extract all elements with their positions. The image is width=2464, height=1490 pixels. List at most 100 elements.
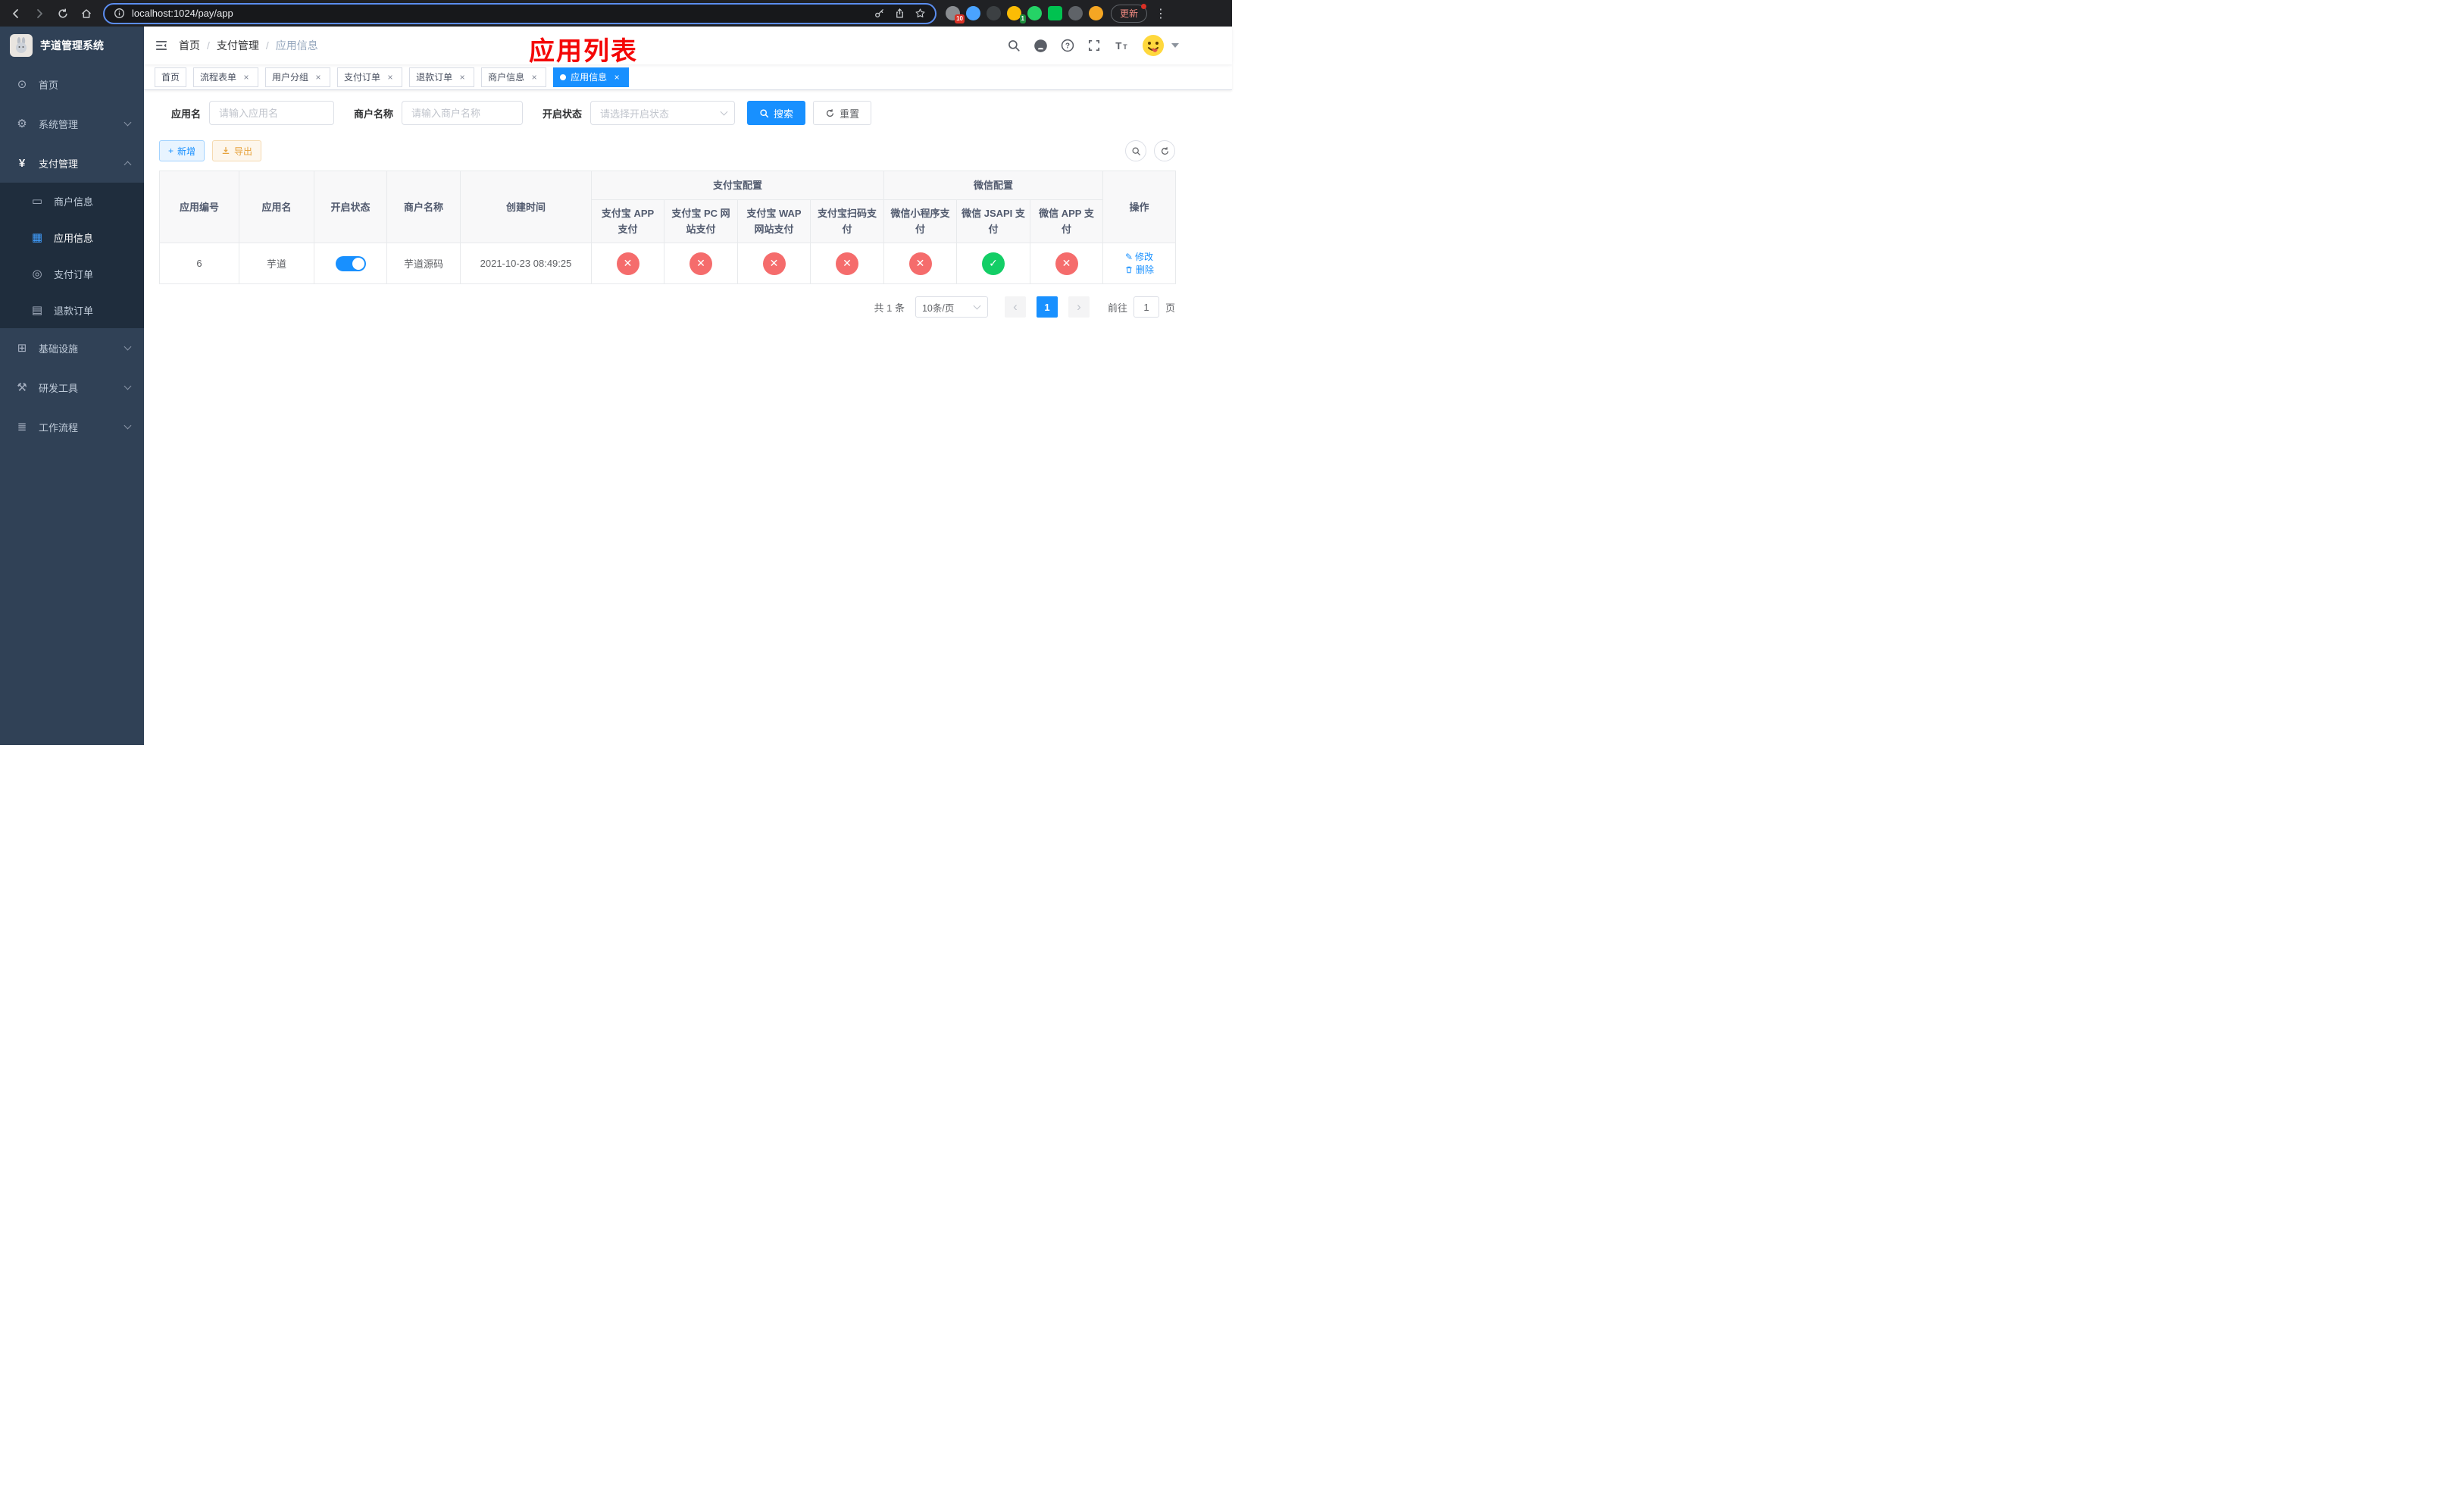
tab-refund-order[interactable]: 退款订单 × bbox=[409, 67, 475, 87]
logo-avatar bbox=[10, 34, 33, 57]
chevron-down-icon bbox=[124, 421, 132, 429]
sidebar-logo[interactable]: 芋道管理系统 bbox=[0, 27, 144, 64]
browser-menu-button[interactable]: ⋮ bbox=[1154, 6, 1168, 21]
sidebar-item-workflow[interactable]: ≣ 工作流程 bbox=[0, 407, 144, 446]
extension-puzzle-icon[interactable]: 10 bbox=[946, 6, 965, 23]
extension-blue-icon[interactable] bbox=[966, 6, 980, 20]
extension-green-circle-icon[interactable] bbox=[1027, 6, 1042, 20]
user-menu-caret-icon[interactable] bbox=[1171, 43, 1179, 48]
page-size-select[interactable]: 10条/页 bbox=[915, 296, 988, 318]
page-annotation: 应用列表 bbox=[529, 37, 638, 66]
workflow-icon: ≣ bbox=[17, 421, 27, 434]
bookmark-star-icon[interactable] bbox=[915, 8, 926, 19]
tab-process-form[interactable]: 流程表单 × bbox=[193, 67, 259, 87]
sidebar-item-merchant-info[interactable]: ▭ 商户信息 bbox=[0, 183, 144, 219]
svg-text:T: T bbox=[1123, 43, 1127, 51]
gear-icon: ⚙ bbox=[17, 117, 27, 130]
reset-button[interactable]: 重置 bbox=[813, 101, 872, 125]
extension-dark-icon[interactable] bbox=[987, 6, 1001, 20]
page-number-1[interactable]: 1 bbox=[1036, 296, 1058, 318]
svg-text:?: ? bbox=[1065, 42, 1070, 51]
col-header-app-name: 应用名 bbox=[239, 171, 314, 243]
grid-icon: ▦ bbox=[31, 231, 43, 244]
font-size-icon[interactable]: TT bbox=[1114, 39, 1129, 52]
breadcrumb-separator: / bbox=[207, 39, 210, 52]
browser-home-button[interactable] bbox=[77, 4, 96, 23]
tab-pay-order[interactable]: 支付订单 × bbox=[337, 67, 403, 87]
yen-icon: ¥ bbox=[18, 156, 26, 170]
search-icon bbox=[759, 108, 769, 118]
close-icon[interactable]: × bbox=[611, 72, 622, 83]
col-header-merchant: 商户名称 bbox=[386, 171, 461, 243]
close-icon[interactable]: × bbox=[385, 72, 396, 83]
edit-button[interactable]: ✎ 修改 bbox=[1125, 250, 1153, 263]
chevron-down-icon bbox=[720, 108, 728, 116]
navbar-actions: ? TT bbox=[994, 34, 1232, 57]
hamburger-icon[interactable] bbox=[144, 39, 179, 52]
breadcrumb-separator: / bbox=[265, 39, 269, 52]
status-select[interactable]: 请选择开启状态 bbox=[590, 101, 736, 125]
extension-face-icon[interactable] bbox=[1089, 6, 1103, 20]
sidebar: 芋道管理系统 ⊙ 首页 ⚙ 系统管理 ¥ 支付管理 ▭ 商户信息 ▦ 应用信息 bbox=[0, 27, 144, 745]
password-key-icon[interactable] bbox=[874, 8, 885, 19]
close-icon[interactable]: × bbox=[457, 72, 467, 83]
filter-form: 应用名 商户名称 开启状态 请选择开启状态 搜索 bbox=[171, 101, 1232, 125]
pagination: 共 1 条 10条/页 ‹ 1 › 前往 页 bbox=[159, 296, 1175, 318]
refresh-table-button[interactable] bbox=[1154, 140, 1175, 161]
next-page-button[interactable]: › bbox=[1068, 296, 1090, 318]
user-avatar[interactable] bbox=[1142, 34, 1165, 57]
extension-colorful-icon[interactable]: 1 bbox=[1007, 6, 1026, 23]
delete-button[interactable]: 删除 bbox=[1124, 263, 1154, 276]
add-button[interactable]: + 新增 bbox=[159, 140, 205, 161]
site-info-icon[interactable] bbox=[114, 8, 125, 19]
share-icon[interactable] bbox=[894, 8, 905, 19]
col-header-status: 开启状态 bbox=[314, 171, 387, 243]
app-name-input[interactable] bbox=[209, 101, 335, 125]
header-search-icon[interactable] bbox=[1007, 39, 1021, 52]
status-toggle[interactable] bbox=[335, 255, 366, 271]
sidebar-item-app-info[interactable]: ▦ 应用信息 bbox=[0, 219, 144, 255]
alipay-pc-pay-status-icon: ✕ bbox=[689, 252, 712, 275]
sidebar-item-payment[interactable]: ¥ 支付管理 bbox=[0, 143, 144, 183]
address-bar[interactable]: localhost:1024/pay/app bbox=[103, 2, 937, 24]
show-search-toggle-button[interactable] bbox=[1125, 140, 1146, 161]
close-icon[interactable]: × bbox=[529, 72, 539, 83]
browser-back-button[interactable] bbox=[6, 4, 26, 23]
goto-page-input[interactable] bbox=[1133, 296, 1159, 318]
group-header-alipay: 支付宝配置 bbox=[590, 171, 885, 200]
github-icon[interactable] bbox=[1033, 39, 1048, 53]
tab-merchant-info[interactable]: 商户信息 × bbox=[481, 67, 547, 87]
cell-status bbox=[314, 243, 387, 284]
breadcrumb-payment[interactable]: 支付管理 bbox=[217, 38, 259, 53]
cell-created: 2021-10-23 08:49:25 bbox=[460, 243, 592, 284]
sidebar-item-home[interactable]: ⊙ 首页 bbox=[0, 64, 144, 104]
svg-text:T: T bbox=[1115, 40, 1121, 52]
wechat-app-pay-status-icon: ✕ bbox=[1055, 252, 1078, 275]
sidebar-item-refund-order[interactable]: ▤ 退款订单 bbox=[0, 292, 144, 328]
tab-app-info[interactable]: 应用信息 × bbox=[553, 67, 630, 87]
sidebar-item-pay-order[interactable]: ◎ 支付订单 bbox=[0, 255, 144, 292]
merchant-name-input[interactable] bbox=[402, 101, 524, 125]
cell-app-name: 芋道 bbox=[239, 243, 314, 284]
tab-user-group[interactable]: 用户分组 × bbox=[265, 67, 331, 87]
browser-update-button[interactable]: 更新 bbox=[1111, 3, 1148, 23]
prev-page-button[interactable]: ‹ bbox=[1004, 296, 1026, 318]
browser-reload-button[interactable] bbox=[53, 4, 73, 23]
plus-icon: + bbox=[168, 146, 174, 156]
help-icon[interactable]: ? bbox=[1061, 39, 1074, 52]
tab-home[interactable]: 首页 bbox=[155, 67, 187, 87]
export-button[interactable]: 导出 bbox=[212, 140, 262, 161]
breadcrumb-home[interactable]: 首页 bbox=[179, 38, 200, 53]
close-icon[interactable]: × bbox=[241, 72, 252, 83]
extension-green-square-icon[interactable] bbox=[1048, 6, 1062, 20]
fullscreen-icon[interactable] bbox=[1087, 39, 1101, 52]
search-button[interactable]: 搜索 bbox=[747, 101, 806, 125]
browser-forward-button[interactable] bbox=[30, 4, 49, 23]
top-navbar: 首页 / 支付管理 / 应用信息 应用列表 ? T T bbox=[144, 27, 1232, 66]
url-text[interactable]: localhost:1024/pay/app bbox=[132, 8, 865, 19]
sidebar-item-devtools[interactable]: ⚒ 研发工具 bbox=[0, 368, 144, 407]
sidebar-item-infrastructure[interactable]: ⊞ 基础设施 bbox=[0, 328, 144, 368]
close-icon[interactable]: × bbox=[313, 72, 324, 83]
sidebar-item-system[interactable]: ⚙ 系统管理 bbox=[0, 104, 144, 143]
extension-pin-icon[interactable] bbox=[1068, 6, 1083, 20]
